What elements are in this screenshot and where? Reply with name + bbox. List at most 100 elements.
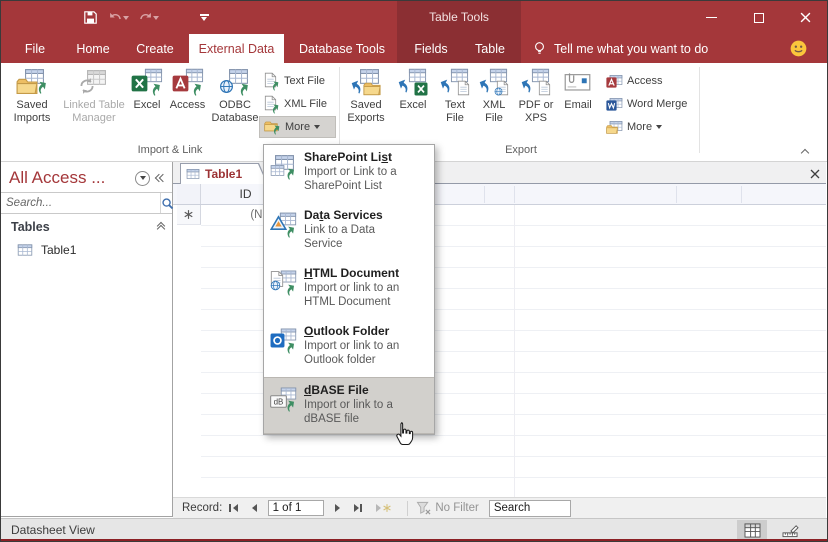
- nav-pane-header[interactable]: All Access ...: [1, 162, 172, 192]
- menu-item-description: Import or link to an Outlook folder: [304, 340, 416, 367]
- tab-file[interactable]: File: [13, 34, 57, 63]
- export-more-button[interactable]: More: [602, 116, 666, 138]
- import-xml-file-button[interactable]: XML File: [260, 93, 331, 115]
- more-import-icon: [264, 119, 281, 135]
- xml-file-export-icon: [478, 66, 510, 96]
- saved-imports-icon: [16, 66, 48, 96]
- redo-button[interactable]: [133, 5, 163, 31]
- menu-item-description: Import or link to an HTML Document: [304, 282, 416, 309]
- access-import-icon: [172, 66, 204, 96]
- navigation-pane: All Access ... Tables Table1: [1, 162, 173, 517]
- collapse-ribbon-button[interactable]: [797, 147, 813, 159]
- pdf-xps-icon: [520, 66, 552, 96]
- tab-table[interactable]: Table: [464, 34, 516, 63]
- menu-item-title: Data Services: [304, 208, 416, 223]
- email-icon: [562, 66, 594, 96]
- menu-item-description: Import or Link to a SharePoint List: [304, 166, 416, 193]
- record-navigation-bar: Record: 1 of 1 No Filter: [173, 497, 826, 518]
- export-word-merge-button[interactable]: Word Merge: [602, 93, 691, 115]
- menu-item-outlook-folder[interactable]: Outlook Folder Import or link to an Outl…: [264, 319, 434, 377]
- nav-section-label: Tables: [11, 220, 158, 234]
- import-text-file-button[interactable]: Text File: [260, 70, 329, 92]
- feedback-smiley-button[interactable]: [790, 34, 807, 63]
- row-selector-header[interactable]: [177, 184, 201, 204]
- document-tab-table1[interactable]: Table1: [180, 163, 268, 184]
- linked-table-manager-button: Linked Table Manager: [61, 66, 127, 144]
- close-document-button[interactable]: [807, 166, 823, 181]
- tell-me-box[interactable]: Tell me what you want to do: [533, 34, 708, 63]
- menu-item-html-document[interactable]: HTML Document Import or link to an HTML …: [264, 261, 434, 319]
- export-access-button[interactable]: Access: [602, 70, 666, 92]
- save-button[interactable]: [77, 5, 103, 31]
- next-record-button[interactable]: [332, 501, 343, 516]
- access-export-icon: [606, 73, 623, 89]
- sharepoint-list-icon: [270, 152, 297, 179]
- separator: [407, 501, 408, 516]
- saved-exports-button[interactable]: Saved Exports: [343, 66, 389, 144]
- nav-section-tables[interactable]: Tables: [1, 214, 172, 238]
- nav-search-input[interactable]: [1, 193, 160, 213]
- tab-home[interactable]: Home: [67, 34, 119, 63]
- record-label: Record:: [182, 502, 222, 514]
- previous-record-button[interactable]: [249, 501, 260, 516]
- access-window: Table Tools File Home Create External Da…: [0, 0, 828, 542]
- import-more-button[interactable]: More: [259, 116, 336, 138]
- tab-fields[interactable]: Fields: [403, 34, 459, 63]
- import-access-button[interactable]: Access: [166, 66, 209, 144]
- column-separator: [741, 186, 742, 203]
- undo-dropdown-icon[interactable]: [123, 16, 129, 20]
- export-email-button[interactable]: Email: [558, 66, 598, 144]
- more-dropdown-menu: SharePoint List Import or Link to a Shar…: [263, 144, 435, 435]
- export-xml-file-button[interactable]: XML File: [474, 66, 514, 144]
- xml-file-import-icon: [264, 95, 280, 113]
- document-tab-label: Table1: [205, 167, 242, 181]
- import-odbc-button[interactable]: ODBC Database: [210, 66, 260, 144]
- new-record-star-icon: [382, 503, 392, 513]
- shutter-bar-button[interactable]: [156, 175, 166, 181]
- tab-external-data[interactable]: External Data: [189, 34, 284, 63]
- export-text-file-button[interactable]: Text File: [437, 66, 473, 144]
- export-excel-button[interactable]: Excel: [391, 66, 435, 144]
- close-button[interactable]: [783, 1, 828, 34]
- menu-item-sharepoint-list[interactable]: SharePoint List Import or Link to a Shar…: [264, 145, 434, 203]
- quick-access-toolbar: [77, 1, 217, 34]
- tab-create[interactable]: Create: [128, 34, 182, 63]
- nav-item-table1[interactable]: Table1: [1, 238, 172, 262]
- view-switcher: [737, 519, 805, 541]
- design-view-button[interactable]: [775, 520, 805, 540]
- view-status-label: Datasheet View: [11, 523, 95, 537]
- customize-qat-button[interactable]: [191, 5, 217, 31]
- minimize-button[interactable]: [689, 1, 734, 34]
- word-merge-icon: [606, 96, 623, 112]
- search-button[interactable]: [160, 193, 174, 213]
- menu-item-title: SharePoint List: [304, 150, 416, 165]
- record-position-box[interactable]: 1 of 1: [268, 500, 324, 516]
- tab-database-tools[interactable]: Database Tools: [292, 34, 392, 63]
- menu-item-description: Link to a Data Service: [304, 224, 416, 251]
- dropdown-arrow-icon: [656, 125, 662, 129]
- maximize-button[interactable]: [736, 1, 781, 34]
- nav-pane-menu-button[interactable]: [135, 171, 150, 186]
- datasheet-view-icon: [744, 523, 761, 538]
- data-services-icon: [270, 210, 297, 237]
- record-search-input[interactable]: [489, 500, 571, 517]
- datasheet-view-button[interactable]: [737, 520, 767, 540]
- contextual-tab-title: Table Tools: [397, 1, 521, 34]
- redo-dropdown-icon[interactable]: [153, 16, 159, 20]
- undo-button[interactable]: [103, 5, 133, 31]
- new-record-selector[interactable]: [177, 205, 201, 225]
- no-filter-label: No Filter: [435, 502, 478, 514]
- status-bar: Datasheet View: [1, 518, 827, 541]
- export-pdf-xps-button[interactable]: PDF or XPS: [514, 66, 558, 144]
- dbase-file-icon: [270, 385, 297, 412]
- window-bottom-border: [1, 539, 827, 541]
- saved-imports-button[interactable]: Saved Imports: [5, 66, 59, 144]
- table-icon: [186, 167, 200, 181]
- no-filter-button[interactable]: No Filter: [416, 501, 478, 515]
- first-record-button[interactable]: [226, 501, 240, 516]
- last-record-button[interactable]: [351, 501, 365, 516]
- new-record-button[interactable]: [373, 501, 396, 516]
- collapse-section-icon[interactable]: [158, 223, 164, 232]
- import-excel-button[interactable]: Excel: [128, 66, 166, 144]
- menu-item-data-services[interactable]: Data Services Link to a Data Service: [264, 203, 434, 261]
